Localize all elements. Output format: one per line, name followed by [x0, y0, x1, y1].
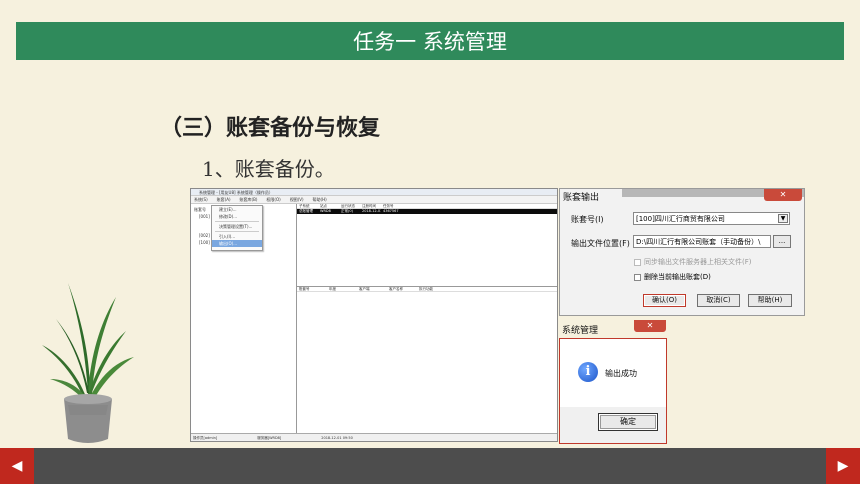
- status-server: 服务器[WRD8]: [257, 436, 282, 440]
- menu-permission[interactable]: 权限(O): [266, 196, 280, 203]
- column-header[interactable]: 运行状态: [339, 204, 360, 208]
- table-cell: 总账管理: [299, 209, 313, 213]
- menu-separator: [215, 231, 259, 232]
- column-header[interactable]: 年度: [327, 287, 357, 291]
- sub-heading: 1、账套备份。: [202, 157, 335, 181]
- close-icon[interactable]: ✕: [634, 320, 666, 332]
- tree-node-100[interactable]: [100]: [199, 240, 210, 245]
- footer-bar: [0, 448, 860, 484]
- cancel-button[interactable]: 取消(C): [697, 294, 740, 307]
- table-cell: 2018-12-01 09:49:06: [362, 209, 381, 213]
- tree-node-001[interactable]: [001]: [199, 214, 210, 219]
- output-path-input[interactable]: D:\四川汇行有限公司账套（手动备份）\: [633, 235, 771, 248]
- info-icon: i: [578, 362, 598, 382]
- sync-checkbox-label: 同步输出文件服务器上相关文件(F): [644, 258, 752, 266]
- subsystem-grid: 子系统 站点 运行状态 注册时间 任务号 总账管理 WRD8 正常(0) 201…: [297, 204, 557, 286]
- success-dialog-body: i 输出成功: [560, 339, 666, 407]
- success-dialog-titlebar: 系统管理 ✕: [560, 320, 667, 336]
- menu-bar: 系统(S) 账套(A) 账套库(B) 权限(O) 视图(V) 帮助(H): [191, 196, 557, 204]
- table-row[interactable]: 总账管理 WRD8 正常(0) 2018-12-01 09:49:06 4367…: [297, 209, 557, 214]
- slide-title: 任务一 系统管理: [353, 30, 507, 54]
- column-header[interactable]: 任务号: [381, 204, 402, 208]
- table-cell: 4367567: [383, 209, 399, 213]
- tree-node-root[interactable]: 账套号: [194, 207, 206, 212]
- table-cell: WRD8: [320, 209, 331, 213]
- menu-system[interactable]: 系统(S): [194, 196, 208, 203]
- menu-item-create[interactable]: 建立(E)...: [212, 206, 262, 213]
- column-header[interactable]: 账套号: [297, 287, 327, 291]
- status-time: 2018-12-01 09:50: [321, 436, 353, 440]
- sync-checkbox[interactable]: 同步输出文件服务器上相关文件(F): [634, 257, 752, 267]
- system-manager-window: 系统管理 - [用友U8] 系统管理（操作员） 系统(S) 账套(A) 账套库(…: [190, 188, 558, 442]
- menu-item-import[interactable]: 引入(I)...: [212, 233, 262, 240]
- task-grid: 账套号 年度 客户端 客户名称 执行功能: [297, 286, 557, 435]
- menu-item-export[interactable]: 输出(O)...: [212, 240, 262, 247]
- menu-account[interactable]: 账套(A): [217, 196, 231, 203]
- column-header[interactable]: 客户名称: [387, 287, 417, 291]
- close-icon[interactable]: ✕: [764, 189, 802, 201]
- menu-view[interactable]: 视图(V): [290, 196, 304, 203]
- success-dialog-footer: 确定: [560, 407, 666, 443]
- menu-account-library[interactable]: 账套库(B): [240, 196, 258, 203]
- menu-separator: [215, 221, 259, 222]
- account-select[interactable]: [100]四川汇行商贸有限公司 ▼: [633, 212, 790, 225]
- window-title: 系统管理 - [用友U8] 系统管理（操作员）: [191, 189, 557, 196]
- plant-leaves: [42, 283, 134, 401]
- column-header[interactable]: 客户端: [357, 287, 387, 291]
- section-heading: （三）账套备份与恢复: [160, 116, 381, 141]
- help-button[interactable]: 帮助(H): [748, 294, 792, 307]
- browse-button[interactable]: ...: [773, 235, 791, 248]
- success-dialog: i 输出成功 确定: [559, 338, 667, 444]
- grid-header-row: 账套号 年度 客户端 客户名称 执行功能: [297, 287, 557, 292]
- confirm-button[interactable]: 确认(O): [643, 294, 686, 307]
- account-context-menu: 建立(E)... 修改(D)... 决策管理设置(T)... 引入(I)... …: [211, 205, 263, 251]
- ok-button[interactable]: 确定: [598, 413, 658, 431]
- column-header[interactable]: 注册时间: [360, 204, 381, 208]
- success-message: 输出成功: [605, 369, 637, 378]
- menu-item-modify[interactable]: 修改(D)...: [212, 213, 262, 220]
- status-bar: 操作员[admin] 服务器[WRD8] 2018-12-01 09:50: [191, 433, 557, 441]
- dialog-title-text: 账套输出: [563, 193, 600, 203]
- delete-checkbox[interactable]: 删除当前输出账套(D): [634, 272, 711, 282]
- tree-node-002[interactable]: [002]: [199, 233, 210, 238]
- chevron-down-icon[interactable]: ▼: [778, 214, 788, 223]
- next-slide-button[interactable]: ▶: [826, 448, 860, 484]
- column-header[interactable]: 子系统: [297, 204, 318, 208]
- checkbox-box[interactable]: [634, 258, 641, 266]
- slide-title-bar: 任务一 系统管理: [16, 22, 844, 60]
- account-label: 账套号(I): [571, 215, 604, 224]
- delete-checkbox-label: 删除当前输出账套(D): [644, 273, 711, 281]
- column-header[interactable]: 执行功能: [417, 287, 447, 291]
- menu-item-decision-settings[interactable]: 决策管理设置(T)...: [212, 223, 262, 230]
- plant-image: [42, 283, 134, 443]
- path-label: 输出文件位置(F): [571, 239, 630, 248]
- account-select-value: [100]四川汇行商贸有限公司: [636, 215, 725, 223]
- column-header[interactable]: 站点: [318, 204, 339, 208]
- plant-pot: [64, 394, 112, 443]
- checkbox-box[interactable]: [634, 273, 641, 281]
- account-export-dialog: 账套输出 ✕ 账套号(I) [100]四川汇行商贸有限公司 ▼ 输出文件位置(F…: [559, 188, 805, 316]
- status-operator: 操作员[admin]: [193, 436, 218, 440]
- table-cell: 正常(0): [341, 209, 353, 213]
- success-dialog-title: 系统管理: [562, 326, 599, 336]
- menu-help[interactable]: 帮助(H): [313, 196, 327, 203]
- prev-slide-button[interactable]: ◀: [0, 448, 34, 484]
